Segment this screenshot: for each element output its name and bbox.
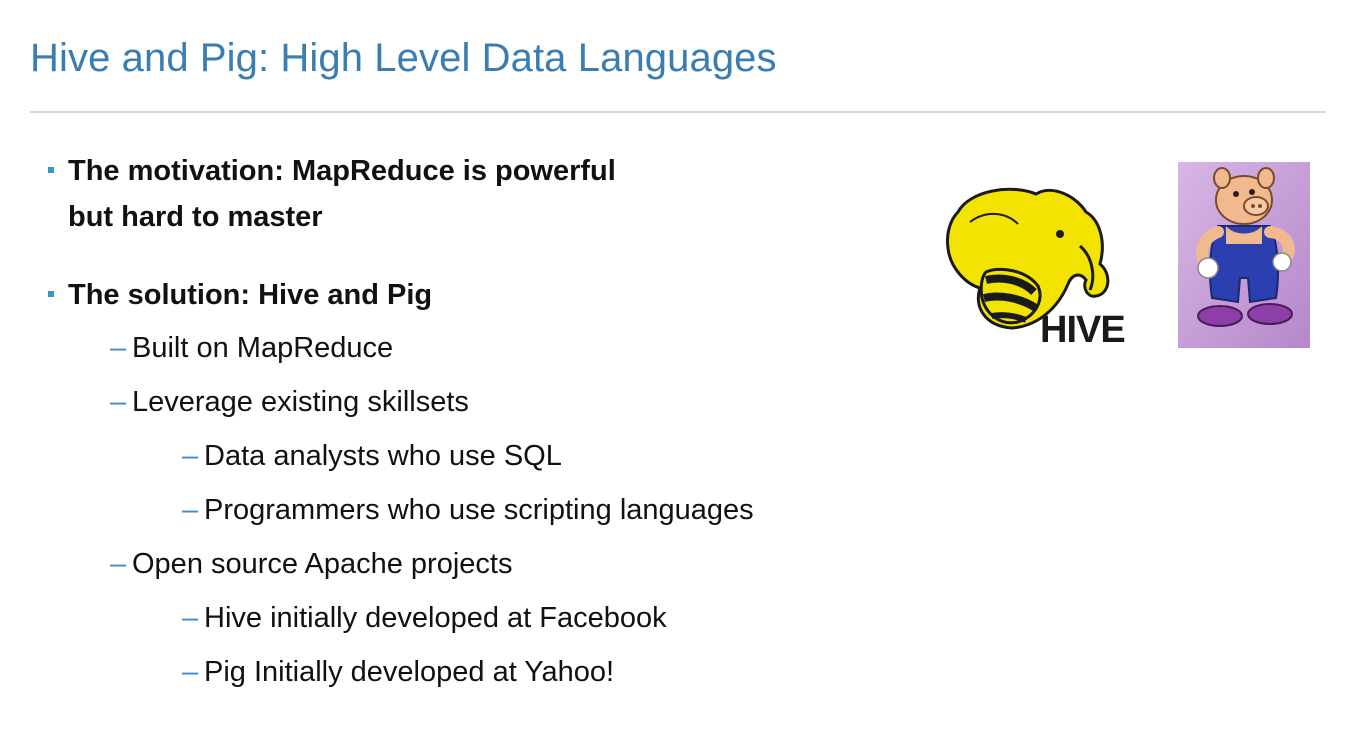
sub-item-open-source-text: Open source Apache projects [132,548,513,580]
sub-item-pig-yahoo-text: Pig Initially developed at Yahoo! [204,656,615,688]
sub-item-leverage: – Leverage existing skillsets [110,382,469,422]
bullet-motivation-cont: but hard to master [68,194,323,240]
bullet-marker [48,291,54,297]
sub-item-programmers-text: Programmers who use scripting languages [204,494,754,526]
sub-item-hive-facebook: – Hive initially developed at Facebook [182,598,667,638]
sub-item-analysts-text: Data analysts who use SQL [204,440,562,472]
dash-marker: – [110,332,127,364]
slide: Hive and Pig: High Level Data Languages … [0,0,1359,742]
sub-item-analysts: – Data analysts who use SQL [182,436,562,476]
sub-item-hive-facebook-text: Hive initially developed at Facebook [204,602,667,634]
sub-item-leverage-text: Leverage existing skillsets [132,386,469,418]
sub-item-programmers: – Programmers who use scripting languages [182,490,754,530]
pig-logo [1178,162,1310,348]
dash-marker: – [110,548,127,580]
bullet-list: The motivation: MapReduce is powerful bu… [0,0,900,742]
bullet-motivation-line1: The motivation: MapReduce is powerful [68,155,616,187]
sub-item-built-on-text: Built on MapReduce [132,332,394,364]
hive-wordmark: HIVE [1040,309,1125,351]
bullet-solution-text: The solution: Hive and Pig [68,279,433,311]
bullet-motivation: The motivation: MapReduce is powerful [48,148,616,194]
dash-marker: – [182,602,199,634]
dash-marker: – [182,440,199,472]
sub-item-open-source: – Open source Apache projects [110,544,512,584]
bullet-marker [48,167,54,173]
dash-marker: – [182,494,199,526]
dash-marker: – [182,656,199,688]
sub-item-pig-yahoo: – Pig Initially developed at Yahoo! [182,652,614,692]
hive-logo: HIVE [946,187,1126,351]
bullet-solution: The solution: Hive and Pig [48,272,433,318]
sub-item-built-on: – Built on MapReduce [110,328,393,368]
bullet-motivation-line2: but hard to master [68,201,323,233]
dash-marker: – [110,386,127,418]
